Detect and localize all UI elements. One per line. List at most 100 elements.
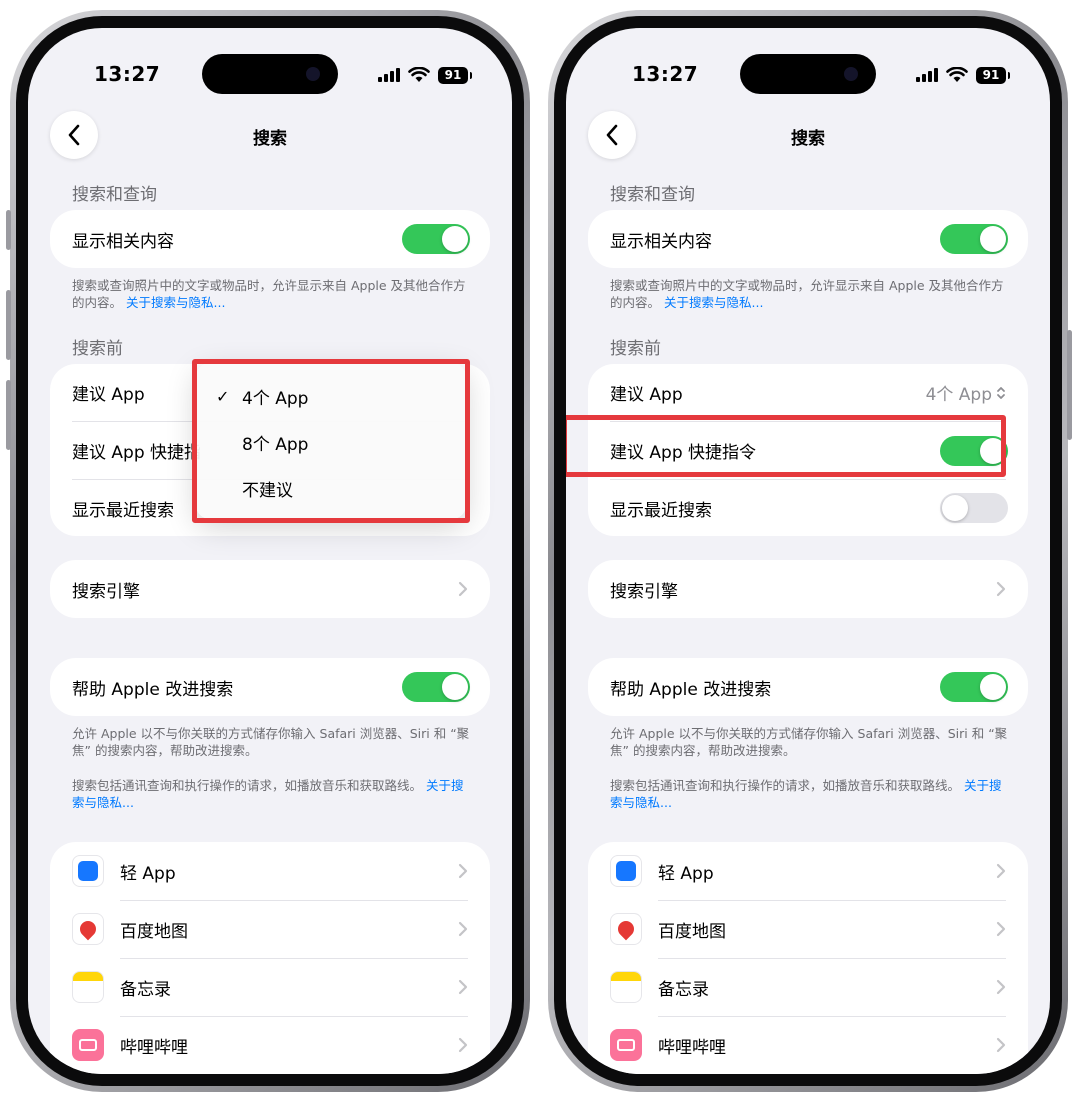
status-time: 13:27 — [94, 62, 161, 86]
app-row[interactable]: 百度地图 — [588, 900, 1028, 958]
chevron-right-icon — [458, 863, 468, 879]
help-apple-label: 帮助 Apple 改进搜索 — [610, 679, 772, 700]
status-time: 13:27 — [632, 62, 699, 86]
bilibili-icon — [610, 1029, 642, 1061]
app-label: 哔哩哔哩 — [658, 1037, 726, 1058]
app-row[interactable]: 轻 App — [588, 842, 1028, 900]
baidu-map-icon — [610, 913, 642, 945]
baidu-map-icon — [72, 913, 104, 945]
apps-card: 轻 App 百度地图 备忘录 哔哩哔哩 — [588, 842, 1028, 1074]
app-label: 备忘录 — [658, 979, 709, 1000]
help-apple-footnote-2-text: 搜索包括通讯查询和执行操作的请求，如播放音乐和获取路线。 — [72, 778, 423, 793]
show-recent-toggle[interactable] — [940, 493, 1008, 523]
search-engine-row[interactable]: 搜索引擎 — [588, 560, 1028, 618]
cellular-signal-icon — [378, 68, 400, 82]
app-row[interactable]: 哔哩哔哩 — [50, 1016, 490, 1074]
menu-item-4-apps[interactable]: ✓ 4个 App — [196, 373, 466, 419]
suggest-app-label: 建议 App — [610, 385, 683, 405]
wifi-icon — [408, 67, 430, 83]
suggest-shortcuts-toggle[interactable] — [940, 436, 1008, 466]
checkmark-icon: ✓ — [216, 386, 230, 406]
app-label: 百度地图 — [120, 921, 188, 942]
chevron-right-icon — [458, 921, 468, 937]
section-header-search-lookup: 搜索和查询 — [72, 185, 157, 205]
app-row[interactable]: 百度地图 — [50, 900, 490, 958]
page-title: 搜索 — [253, 129, 287, 149]
suggest-app-label: 建议 App — [72, 385, 145, 405]
help-apple-card: 帮助 Apple 改进搜索 — [50, 658, 490, 716]
battery-icon: 91 — [438, 66, 472, 84]
menu-item-no-suggest[interactable]: 不建议 — [196, 465, 466, 511]
apps-card: 轻 App 百度地图 备忘录 哔哩哔哩 — [50, 842, 490, 1074]
help-apple-toggle[interactable] — [402, 672, 470, 702]
chevron-right-icon — [458, 979, 468, 995]
side-button — [1067, 330, 1072, 440]
dynamic-island — [202, 54, 338, 94]
chevron-right-icon — [996, 921, 1006, 937]
help-apple-footnote-2-text: 搜索包括通讯查询和执行操作的请求，如播放音乐和获取路线。 — [610, 778, 961, 793]
search-engine-row[interactable]: 搜索引擎 — [50, 560, 490, 618]
help-apple-card: 帮助 Apple 改进搜索 — [588, 658, 1028, 716]
before-search-card: 建议 App 4个 App 建议 App 快捷指令 显示最近搜索 — [588, 364, 1028, 536]
search-engine-label: 搜索引擎 — [72, 581, 140, 602]
section-header-search-lookup: 搜索和查询 — [610, 185, 695, 205]
search-lookup-footnote: 搜索或查询照片中的文字或物品时，允许显示来自 Apple 及其他合作方的内容。 … — [610, 277, 1010, 311]
app-label: 哔哩哔哩 — [120, 1037, 188, 1058]
show-related-card: 显示相关内容 — [50, 210, 490, 268]
app-label: 备忘录 — [120, 979, 171, 1000]
help-apple-footnote-2: 搜索包括通讯查询和执行操作的请求，如播放音乐和获取路线。 关于搜索与隐私... — [72, 777, 472, 811]
battery-icon: 91 — [976, 66, 1010, 84]
help-apple-footnote: 允许 Apple 以不与你关联的方式储存你输入 Safari 浏览器、Siri … — [72, 726, 470, 758]
right-phone-frame: 13:27 91 搜索 搜索和查询 显示相关内容 搜索或查询照片中的文字或物品时… — [548, 10, 1072, 1092]
show-recent-label: 显示最近搜索 — [72, 500, 174, 521]
volume-up-button — [6, 290, 11, 360]
help-apple-footnote: 允许 Apple 以不与你关联的方式储存你输入 Safari 浏览器、Siri … — [610, 726, 1008, 758]
dynamic-island — [740, 54, 876, 94]
notes-icon — [72, 971, 104, 1003]
page-title: 搜索 — [791, 129, 825, 149]
status-icons: 91 — [916, 66, 1010, 84]
chevron-right-icon — [996, 1037, 1006, 1053]
app-label: 轻 App — [120, 863, 176, 884]
chevron-up-down-icon — [997, 386, 1005, 399]
suggest-shortcuts-label: 建议 App 快捷指令 — [72, 443, 200, 463]
app-row[interactable]: 备忘录 — [50, 958, 490, 1016]
section-header-before-search: 搜索前 — [610, 339, 661, 359]
action-button — [6, 210, 11, 250]
suggest-app-value: 4个 App — [926, 380, 1006, 405]
right-screen: 13:27 91 搜索 搜索和查询 显示相关内容 搜索或查询照片中的文字或物品时… — [566, 28, 1050, 1074]
menu-item-label: 8个 App — [242, 434, 309, 455]
search-engine-label: 搜索引擎 — [610, 581, 678, 602]
left-phone-frame: 13:27 91 搜索 搜索和查询 显示相关内容 搜索或查询照片中的文字或物品时… — [6, 10, 530, 1092]
search-engine-card: 搜索引擎 — [588, 560, 1028, 618]
chevron-right-icon — [458, 581, 468, 597]
show-related-toggle[interactable] — [402, 224, 470, 254]
show-recent-label: 显示最近搜索 — [610, 500, 712, 521]
app-row[interactable]: 备忘录 — [588, 958, 1028, 1016]
privacy-link[interactable]: 关于搜索与隐私... — [664, 295, 763, 310]
show-related-label: 显示相关内容 — [72, 231, 174, 252]
chevron-right-icon — [996, 979, 1006, 995]
light-app-icon — [610, 855, 642, 887]
app-row[interactable]: 轻 App — [50, 842, 490, 900]
app-label: 轻 App — [658, 863, 714, 884]
chevron-right-icon — [996, 863, 1006, 879]
help-apple-label: 帮助 Apple 改进搜索 — [72, 679, 234, 700]
volume-down-button — [6, 380, 11, 450]
left-screen: 13:27 91 搜索 搜索和查询 显示相关内容 搜索或查询照片中的文字或物品时… — [28, 28, 512, 1074]
cellular-signal-icon — [916, 68, 938, 82]
help-apple-toggle[interactable] — [940, 672, 1008, 702]
chevron-right-icon — [996, 581, 1006, 597]
menu-item-label: 4个 App — [242, 388, 309, 409]
show-related-toggle[interactable] — [940, 224, 1008, 254]
search-lookup-footnote: 搜索或查询照片中的文字或物品时，允许显示来自 Apple 及其他合作方的内容。 … — [72, 277, 472, 311]
suggest-shortcuts-label: 建议 App 快捷指令 — [610, 443, 757, 463]
wifi-icon — [946, 67, 968, 83]
suggest-app-menu: ✓ 4个 App 8个 App 不建议 — [196, 363, 466, 519]
suggest-shortcuts-row: 建议 App 快捷指令 — [50, 422, 200, 479]
privacy-link[interactable]: 关于搜索与隐私... — [126, 295, 225, 310]
suggest-app-row[interactable]: 建议 App 4个 App — [588, 364, 1028, 421]
search-engine-card: 搜索引擎 — [50, 560, 490, 618]
app-row[interactable]: 哔哩哔哩 — [588, 1016, 1028, 1074]
menu-item-8-apps[interactable]: 8个 App — [196, 419, 466, 465]
